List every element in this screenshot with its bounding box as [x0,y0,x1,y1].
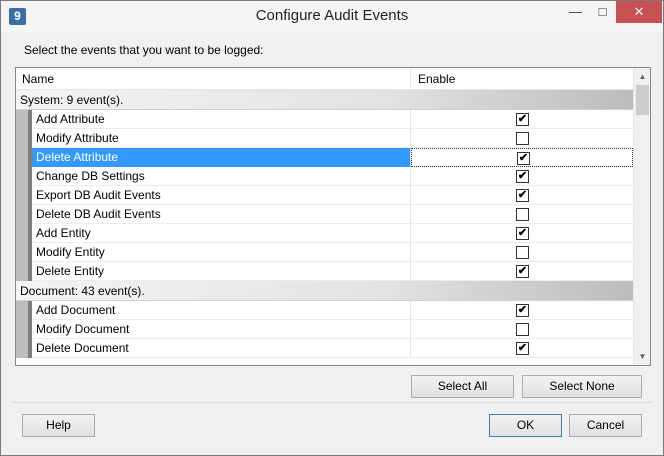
scroll-thumb[interactable] [636,85,649,115]
cancel-button[interactable]: Cancel [569,414,642,437]
enable-cell[interactable]: ✔ [411,167,633,186]
enable-checkbox[interactable]: ✔ [516,342,529,355]
event-row[interactable]: Modify Document [16,320,633,339]
scroll-down-icon[interactable]: ▼ [634,348,650,365]
enable-cell[interactable] [411,205,633,224]
row-indent [16,301,32,320]
list-rows: System: 9 event(s). Add Attribute ✔ Modify … [16,90,633,358]
enable-cell[interactable] [411,129,633,148]
row-indent [16,224,32,243]
enable-cell[interactable] [411,243,633,262]
event-name[interactable]: Add Document [36,303,115,317]
enable-cell[interactable]: ✔ [411,224,633,243]
row-indent [16,186,32,205]
event-name[interactable]: Delete DB Audit Events [36,207,161,221]
select-none-button[interactable]: Select None [522,375,642,398]
column-header-enable[interactable]: Enable [418,72,455,86]
enable-cell[interactable]: ✔ [411,301,633,320]
minimize-button[interactable]: — [562,1,589,23]
enable-checkbox[interactable]: ✔ [516,227,529,240]
enable-cell[interactable] [411,320,633,339]
event-row[interactable]: Modify Attribute [16,129,633,148]
event-row[interactable]: Export DB Audit Events ✔ [16,186,633,205]
event-row[interactable]: Add Attribute ✔ [16,110,633,129]
configure-audit-events-dialog: 9 Configure Audit Events — □ ✕ Select th… [0,0,664,456]
enable-checkbox[interactable]: ✔ [516,189,529,202]
event-name[interactable]: Add Attribute [36,112,105,126]
enable-checkbox[interactable]: ✔ [516,170,529,183]
instruction-label: Select the events that you want to be lo… [24,43,264,57]
event-name[interactable]: Change DB Settings [36,169,145,183]
title-bar: 9 Configure Audit Events — □ ✕ [1,1,663,32]
scroll-up-icon[interactable]: ▲ [634,68,650,85]
event-name[interactable]: Export DB Audit Events [36,188,161,202]
row-indent [16,339,32,358]
row-indent [16,205,32,224]
row-indent [16,243,32,262]
event-row[interactable]: Delete Attribute ✔ [16,148,633,167]
maximize-button[interactable]: □ [589,1,616,23]
vertical-scrollbar[interactable]: ▲ ▼ [633,68,650,365]
event-name[interactable]: Delete Attribute [32,148,411,167]
events-list[interactable]: Name Enable System: 9 event(s). Add Attri… [15,67,651,366]
enable-cell[interactable]: ✔ [411,339,633,358]
column-divider[interactable] [410,68,411,90]
list-header: Name Enable [16,68,633,90]
enable-checkbox[interactable] [516,323,529,336]
enable-cell[interactable]: ✔ [411,186,633,205]
row-indent [16,167,32,186]
event-name[interactable]: Delete Entity [36,264,104,278]
event-name[interactable]: Modify Document [36,322,129,336]
group-header[interactable]: Document: 43 event(s). [16,281,633,301]
enable-checkbox[interactable] [516,246,529,259]
event-name[interactable]: Add Entity [36,226,91,240]
enable-cell[interactable]: ✔ [411,110,633,129]
event-row[interactable]: Modify Entity [16,243,633,262]
event-name[interactable]: Modify Attribute [36,131,119,145]
enable-checkbox[interactable]: ✔ [517,152,530,165]
row-indent [16,320,32,339]
enable-checkbox[interactable] [516,208,529,221]
event-name[interactable]: Modify Entity [36,245,105,259]
divider [11,402,653,403]
enable-cell[interactable]: ✔ [411,148,633,167]
row-indent [16,110,32,129]
column-header-name[interactable]: Name [22,72,54,86]
group-header[interactable]: System: 9 event(s). [16,90,633,110]
enable-cell[interactable]: ✔ [411,262,633,281]
event-row[interactable]: Delete Document ✔ [16,339,633,358]
close-button[interactable]: ✕ [616,1,662,23]
event-name[interactable]: Delete Document [36,341,129,355]
event-row[interactable]: Add Entity ✔ [16,224,633,243]
enable-checkbox[interactable] [516,132,529,145]
ok-button[interactable]: OK [489,414,562,437]
row-indent [16,262,32,281]
event-row[interactable]: Change DB Settings ✔ [16,167,633,186]
event-row[interactable]: Delete Entity ✔ [16,262,633,281]
select-all-button[interactable]: Select All [411,375,514,398]
event-row[interactable]: Delete DB Audit Events [16,205,633,224]
enable-checkbox[interactable]: ✔ [516,113,529,126]
enable-checkbox[interactable]: ✔ [516,265,529,278]
event-row[interactable]: Add Document ✔ [16,301,633,320]
help-button[interactable]: Help [22,414,95,437]
enable-checkbox[interactable]: ✔ [516,304,529,317]
row-indent [16,148,32,167]
row-indent [16,129,32,148]
